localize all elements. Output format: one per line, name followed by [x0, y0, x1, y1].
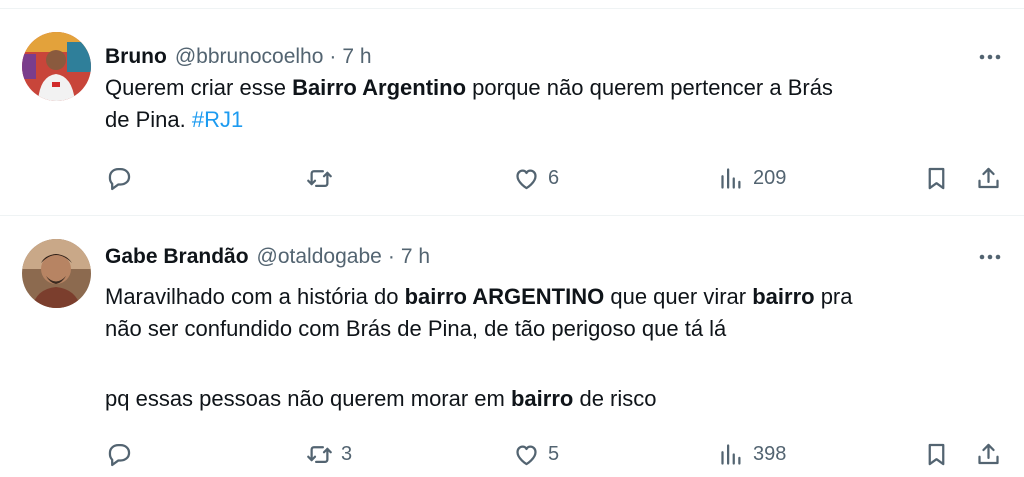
- more-icon[interactable]: [975, 242, 1005, 272]
- hashtag-link[interactable]: #RJ1: [192, 107, 243, 132]
- retweet-button[interactable]: 3: [306, 441, 352, 468]
- tweet-text-line: Querem criar esse Bairro Argentino porqu…: [105, 72, 995, 104]
- tweet-header: Gabe Brandão @otaldogabe · 7 h: [105, 242, 430, 272]
- views-icon: [721, 168, 741, 189]
- tweet-1[interactable]: Bruno @bbrunocoelho · 7 h Querem criar e…: [0, 9, 1024, 214]
- share-button[interactable]: [975, 165, 1002, 192]
- views-button[interactable]: 209: [718, 165, 786, 192]
- text-segment: Querem criar esse: [105, 75, 293, 100]
- timestamp[interactable]: 7 h: [342, 45, 371, 69]
- bookmark-icon: [928, 443, 945, 466]
- author-handle[interactable]: @bbrunocoelho: [175, 45, 324, 69]
- tweet-text-line: Maravilhado com a história do bairro ARG…: [105, 281, 995, 313]
- tweet-text: Maravilhado com a história do bairro ARG…: [105, 281, 995, 415]
- share-icon: [978, 167, 999, 189]
- author-name[interactable]: Gabe Brandão: [105, 245, 249, 269]
- heart-icon: [516, 169, 537, 190]
- tweet-header: Bruno @bbrunocoelho · 7 h: [105, 42, 372, 72]
- timestamp[interactable]: 7 h: [401, 245, 430, 269]
- reply-icon: [108, 444, 131, 467]
- text-segment: porque não querem pertencer a Brás: [466, 75, 833, 100]
- like-button[interactable]: 6: [513, 165, 559, 192]
- text-segment: pq essas pessoas não querem morar em: [105, 386, 511, 411]
- retweet-button[interactable]: [306, 165, 341, 192]
- views-icon: [721, 444, 741, 465]
- more-icon[interactable]: [975, 42, 1005, 72]
- views-count: 398: [753, 443, 787, 465]
- tweet-2[interactable]: Gabe Brandão @otaldogabe · 7 h Maravilha…: [0, 216, 1024, 477]
- text-segment: Maravilhado com a história do: [105, 284, 405, 309]
- retweet-count: 3: [341, 443, 353, 465]
- reply-button[interactable]: [106, 441, 141, 468]
- text-segment: de risco: [573, 386, 657, 411]
- retweet-icon: [307, 446, 332, 463]
- text-segment: pra: [814, 284, 853, 309]
- text-segment: que quer virar: [604, 284, 753, 309]
- views-count: 209: [753, 167, 787, 189]
- retweet-icon: [307, 170, 332, 187]
- text-segment: de Pina.: [105, 107, 192, 132]
- reply-icon: [108, 168, 131, 191]
- author-name[interactable]: Bruno: [105, 45, 167, 69]
- separator: ·: [329, 45, 337, 68]
- share-button[interactable]: [975, 441, 1002, 468]
- tweet-text-line: não ser confundido com Brás de Pina, de …: [105, 316, 727, 341]
- tweet-text-line: pq essas pessoas não querem morar em bai…: [105, 383, 995, 415]
- bookmark-button[interactable]: [923, 165, 950, 192]
- reply-button[interactable]: [106, 165, 141, 192]
- bookmark-icon: [928, 167, 945, 190]
- bookmark-button[interactable]: [923, 441, 950, 468]
- like-count: 6: [548, 167, 560, 189]
- tweet-text-line: de Pina. #RJ1: [105, 104, 995, 136]
- author-handle[interactable]: @otaldogabe: [257, 245, 382, 269]
- tweet-text: Querem criar esse Bairro Argentino porqu…: [105, 72, 995, 136]
- separator: ·: [387, 245, 395, 268]
- bold-text: bairro ARGENTINO: [404, 284, 605, 309]
- bold-text: bairro: [510, 386, 574, 411]
- bold-text: bairro: [752, 284, 815, 309]
- like-button[interactable]: 5: [513, 441, 559, 468]
- heart-icon: [516, 445, 537, 466]
- avatar[interactable]: [22, 239, 91, 308]
- like-count: 5: [548, 443, 560, 465]
- bold-text: Bairro Argentino: [292, 75, 467, 100]
- views-button[interactable]: 398: [718, 441, 786, 468]
- share-icon: [978, 443, 999, 465]
- avatar[interactable]: [22, 32, 91, 101]
